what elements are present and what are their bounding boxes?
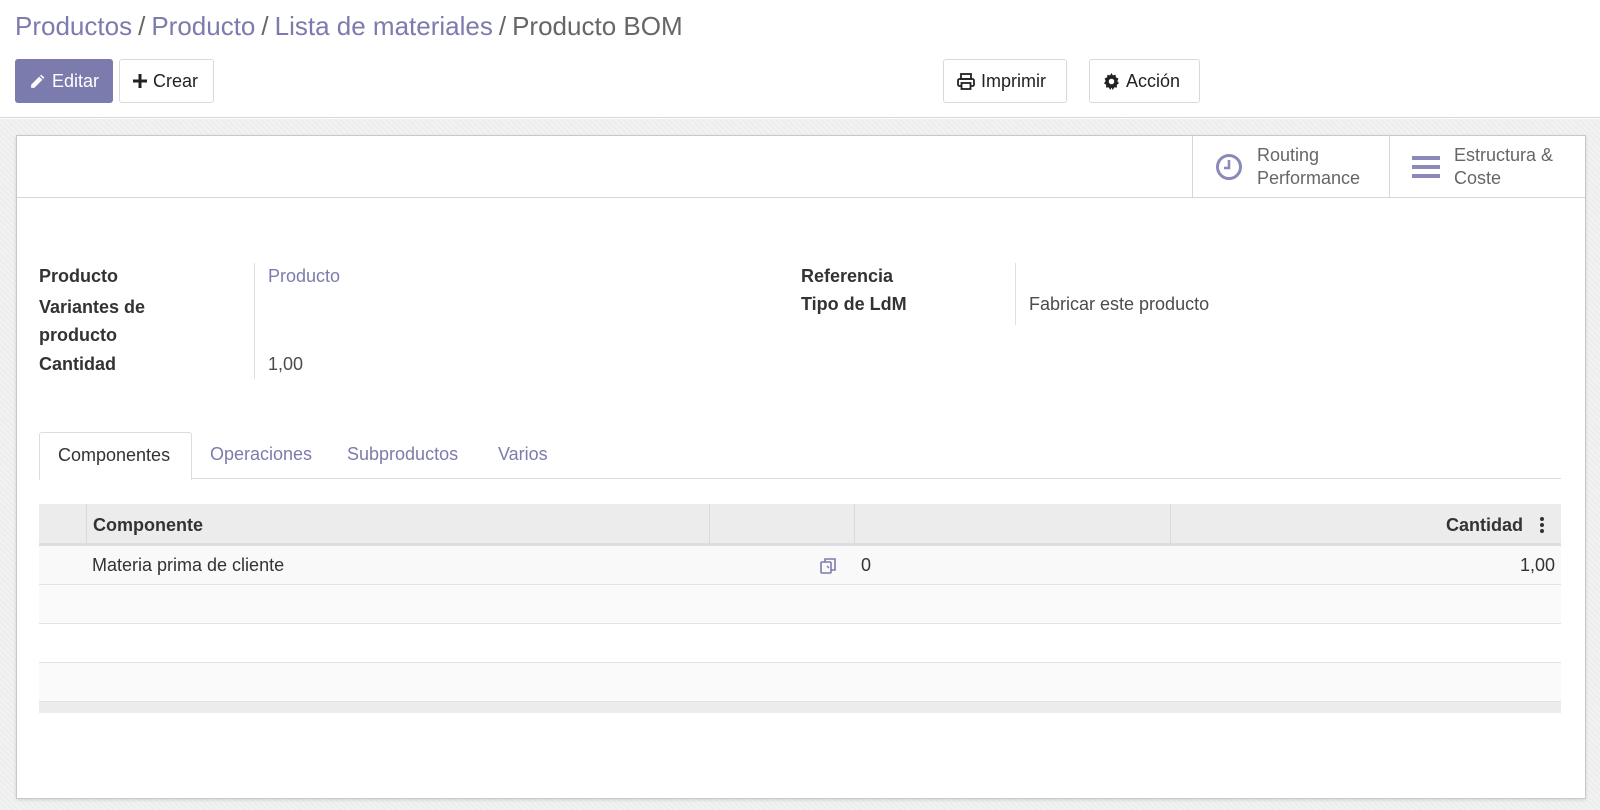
create-button-label: Crear xyxy=(153,70,199,91)
gear-icon xyxy=(1103,72,1120,90)
column-header-blank xyxy=(854,504,1170,546)
table-row-empty xyxy=(39,663,1561,702)
optional-columns-toggle-icon[interactable] xyxy=(1539,516,1545,534)
smart-button-box: Routing Performance Estructura & Coste xyxy=(17,136,1585,198)
variants-label-line2: producto xyxy=(39,325,117,345)
product-value[interactable]: Producto xyxy=(268,262,340,290)
breadcrumb-producto[interactable]: Producto xyxy=(151,11,255,41)
column-header-quantity[interactable]: Cantidad xyxy=(1170,504,1523,546)
routing-label-line1: Routing xyxy=(1257,145,1320,165)
bom-type-label: Tipo de LdM xyxy=(801,294,907,314)
bars-icon xyxy=(1412,154,1440,180)
table-header: Componente Cantidad xyxy=(39,504,1561,546)
variants-label-line1: Variantes de xyxy=(39,297,146,317)
column-header-blank xyxy=(709,504,854,546)
form-sheet: Routing Performance Estructura & Coste P… xyxy=(16,135,1586,799)
reference-label: Referencia xyxy=(801,266,894,286)
print-button-label: Imprimir xyxy=(981,70,1046,91)
left-group-divider xyxy=(254,263,255,379)
column-header-component[interactable]: Componente xyxy=(86,504,709,546)
breadcrumb-separator: / xyxy=(138,11,146,41)
structure-cost-button[interactable]: Estructura & Coste xyxy=(1389,136,1585,198)
breadcrumb-productos[interactable]: Productos xyxy=(15,11,132,41)
content-area: Routing Performance Estructura & Coste P… xyxy=(0,119,1600,810)
action-button-label: Acción xyxy=(1126,70,1181,91)
breadcrumb-current: Producto BOM xyxy=(512,11,683,41)
table-row-empty xyxy=(39,624,1561,663)
component-cell: Materia prima de cliente xyxy=(92,555,285,575)
tab-varios[interactable]: Varios xyxy=(480,432,566,479)
edit-button[interactable]: Editar xyxy=(15,59,113,103)
tab-componentes[interactable]: Componentes xyxy=(39,432,192,480)
control-panel: Productos / Producto / Lista de materiales / P… xyxy=(0,0,1600,118)
plus-icon xyxy=(133,74,147,88)
tab-operaciones[interactable]: Operaciones xyxy=(192,432,330,479)
tab-subproductos[interactable]: Subproductos xyxy=(329,432,476,479)
table-row[interactable]: Materia prima de cliente 0 1,00 xyxy=(39,546,1561,585)
column3-cell: 0 xyxy=(861,555,872,575)
table-row-empty xyxy=(39,585,1561,624)
create-button[interactable]: Crear xyxy=(119,59,214,103)
pencil-icon xyxy=(29,73,46,90)
table-footer xyxy=(39,702,1561,713)
action-button[interactable]: Acción xyxy=(1089,59,1200,103)
product-label: Producto xyxy=(39,266,118,286)
quantity-cell: 1,00 xyxy=(1519,555,1555,575)
print-button[interactable]: Imprimir xyxy=(943,59,1067,103)
breadcrumb-lista-materiales[interactable]: Lista de materiales xyxy=(275,11,493,41)
print-icon xyxy=(957,72,975,90)
copy-icon[interactable] xyxy=(819,556,839,576)
right-group-divider xyxy=(1015,263,1016,325)
structure-label-line1: Estructura & xyxy=(1454,145,1554,165)
breadcrumb-separator: / xyxy=(498,11,507,41)
clock-icon xyxy=(1215,153,1243,181)
routing-label-line2: Performance xyxy=(1257,168,1361,188)
quantity-value: 1,00 xyxy=(268,354,304,374)
structure-label-line2: Coste xyxy=(1454,168,1502,188)
quantity-label: Cantidad xyxy=(39,354,117,374)
routing-performance-button[interactable]: Routing Performance xyxy=(1192,136,1389,198)
notebook-tabs: Componentes Operaciones Subproductos Var… xyxy=(39,432,1561,480)
bom-type-value: Fabricar este producto xyxy=(1029,294,1210,314)
breadcrumb-separator: / xyxy=(261,11,269,41)
breadcrumb: Productos / Producto / Lista de materiales / P… xyxy=(15,10,683,42)
components-table: Componente Cantidad Materia prima de cli… xyxy=(39,504,1561,713)
edit-button-label: Editar xyxy=(52,70,100,91)
